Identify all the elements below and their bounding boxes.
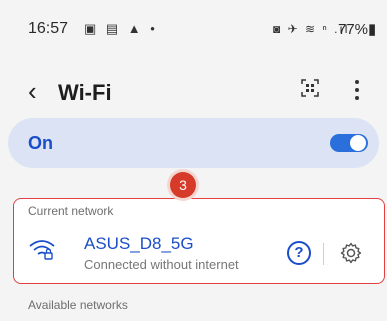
more-options-icon[interactable] xyxy=(355,80,359,100)
page-title: Wi-Fi xyxy=(58,80,112,105)
network-status: Connected without internet xyxy=(84,257,239,272)
back-arrow-icon[interactable]: ‹ xyxy=(28,76,37,107)
wifi-lock-icon xyxy=(29,240,55,260)
notification-icons: ▣ ▤ ▲ • xyxy=(84,21,158,36)
wifi-toggle-label: On xyxy=(28,133,53,153)
battery-indicator: 77%▮ xyxy=(338,21,377,38)
wifi-toggle-switch[interactable] xyxy=(330,134,368,152)
gear-icon[interactable] xyxy=(339,241,363,265)
network-name[interactable]: ASUS_D8_5G xyxy=(84,234,194,254)
annotation-badge: 3 xyxy=(170,172,196,198)
current-network-section-label: Current network xyxy=(28,204,114,218)
qr-scan-icon[interactable] xyxy=(301,79,319,97)
help-icon[interactable]: ? xyxy=(287,241,311,265)
available-networks-section-label: Available networks xyxy=(28,298,128,312)
wifi-master-toggle-row[interactable] xyxy=(8,118,379,168)
divider xyxy=(323,243,324,265)
status-time: 16:57 xyxy=(28,20,69,37)
